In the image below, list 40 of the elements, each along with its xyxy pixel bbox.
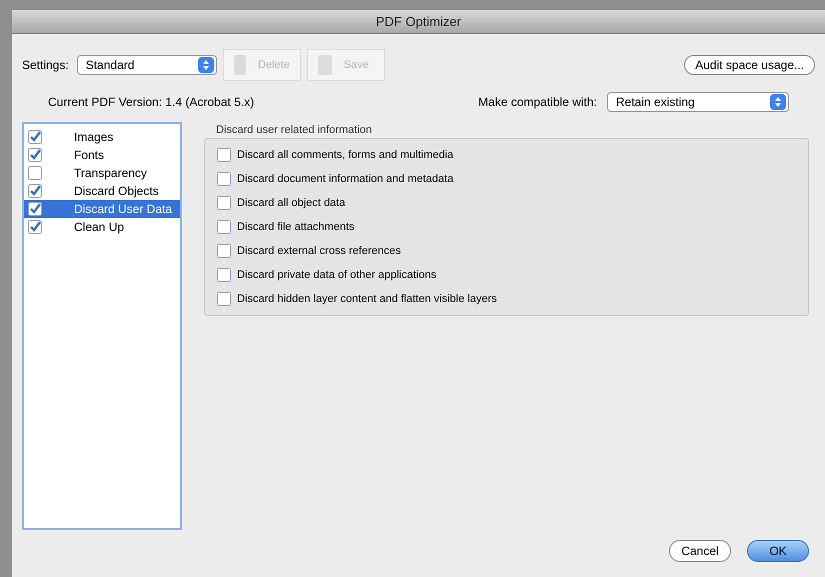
stepper-icon (770, 94, 786, 110)
checkmark-icon[interactable] (28, 148, 42, 162)
dialog-button[interactable]: OK (747, 540, 809, 562)
option-checkbox-row[interactable]: Discard hidden layer content and flatten visible layers (217, 287, 796, 311)
option-checkbox-row[interactable]: Discard all comments, forms and multimedia (217, 143, 796, 167)
stepper-icon (198, 57, 214, 73)
checkmark-icon[interactable] (28, 184, 42, 198)
checkbox[interactable] (217, 196, 231, 210)
settings-dropdown[interactable]: Standard (76, 55, 217, 75)
option-checkbox-row[interactable]: Discard external cross references (217, 239, 796, 263)
option-checkbox-row[interactable]: Discard private data of other applications (217, 263, 796, 287)
document-icon (318, 55, 332, 75)
option-checkbox-row[interactable]: Discard file attachments (217, 215, 796, 239)
compatible-dropdown[interactable]: Retain existing (607, 92, 789, 112)
checkmark-icon[interactable] (28, 130, 42, 144)
checkmark-icon[interactable] (28, 220, 42, 234)
checkmark-icon[interactable] (28, 202, 42, 216)
category-item[interactable]: Discard User Data (24, 200, 180, 218)
version-text: Current PDF Version: 1.4 (Acrobat 5.x) (48, 94, 254, 111)
checkbox[interactable] (217, 172, 231, 186)
checkbox[interactable] (217, 292, 231, 306)
checkbox[interactable] (217, 148, 231, 162)
checkbox[interactable] (217, 220, 231, 234)
option-checkbox-row[interactable]: Discard all object data (217, 191, 796, 215)
settings-label: Settings: (22, 57, 69, 74)
compatible-label: Make compatible with: (478, 94, 597, 111)
document-icon (234, 55, 246, 75)
option-checkbox-row[interactable]: Discard document information and metadata (217, 167, 796, 191)
checkbox[interactable] (217, 244, 231, 258)
category-item[interactable]: Images (24, 128, 180, 146)
category-item[interactable]: Clean Up (24, 218, 180, 236)
category-item[interactable]: Discard Objects (24, 182, 180, 200)
category-item[interactable]: Fonts (24, 146, 180, 164)
dialog-button[interactable]: Cancel (669, 540, 731, 562)
category-item[interactable]: Transparency (24, 164, 180, 182)
checkbox[interactable] (28, 166, 42, 180)
audit-button[interactable]: Audit space usage... (684, 55, 815, 75)
group-title: Discard user related information (216, 123, 373, 138)
checkbox[interactable] (217, 268, 231, 282)
window-title: PDF Optimizer (376, 12, 462, 31)
